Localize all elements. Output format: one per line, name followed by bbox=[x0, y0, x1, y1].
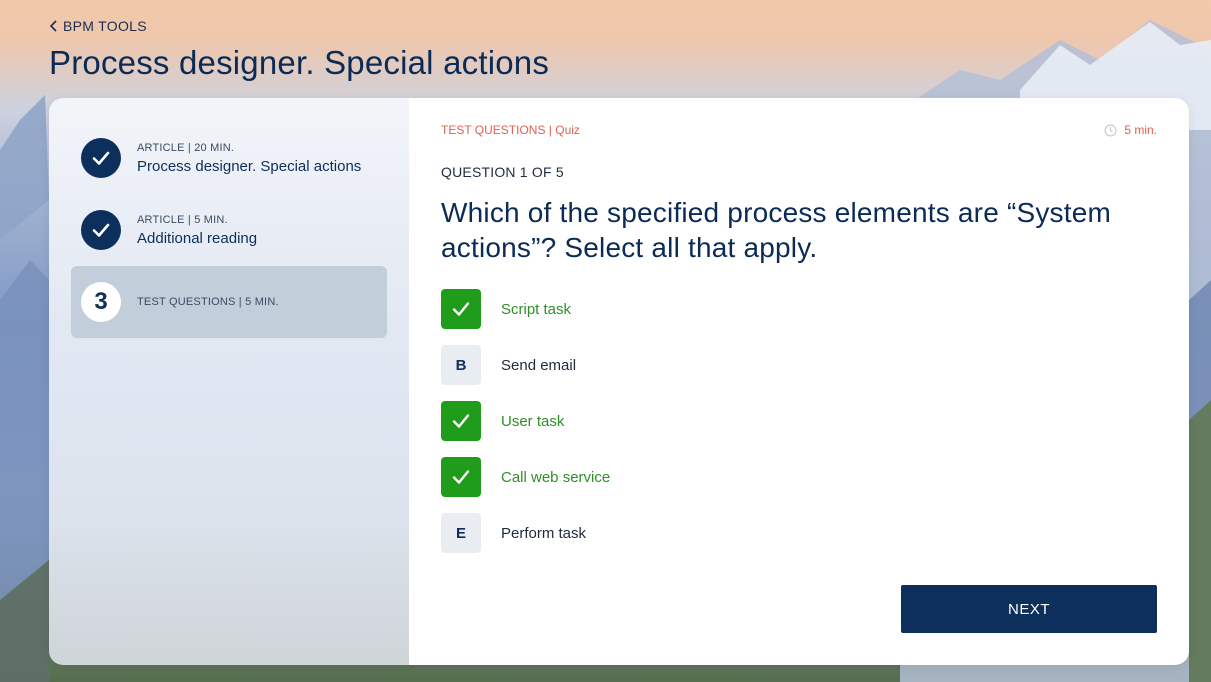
option-checkbox[interactable] bbox=[441, 457, 481, 497]
quiz-panel: TEST QUESTIONS | Quiz 5 min. QUESTION 1 … bbox=[409, 98, 1189, 665]
duration-indicator: 5 min. bbox=[1104, 123, 1157, 137]
answer-option-c[interactable]: User task bbox=[441, 401, 610, 441]
option-letter-box[interactable]: E bbox=[441, 513, 481, 553]
duration-text: 5 min. bbox=[1124, 123, 1157, 137]
check-icon bbox=[452, 470, 470, 484]
step-meta: ARTICLE | 20 MIN. bbox=[137, 141, 235, 154]
step-title: Process designer. Special actions bbox=[137, 157, 362, 175]
check-icon bbox=[452, 414, 470, 428]
back-link[interactable]: BPM TOOLS bbox=[49, 18, 549, 34]
back-link-label: BPM TOOLS bbox=[63, 18, 147, 34]
clock-icon bbox=[1104, 124, 1117, 136]
step-item-2[interactable]: ARTICLE | 5 MIN. Additional reading bbox=[71, 204, 387, 256]
step-item-3[interactable]: 3 TEST QUESTIONS | 5 MIN. bbox=[71, 266, 387, 338]
page-title: Process designer. Special actions bbox=[49, 44, 550, 81]
option-checkbox[interactable] bbox=[441, 401, 481, 441]
step-meta: ARTICLE | 5 MIN. bbox=[137, 213, 228, 226]
step-meta: TEST QUESTIONS | 5 MIN. bbox=[137, 296, 279, 308]
answer-option-e[interactable]: E Perform task bbox=[441, 513, 610, 553]
option-label: Send email bbox=[501, 356, 577, 374]
option-checkbox[interactable] bbox=[441, 289, 481, 329]
page-header: BPM TOOLS Process designer. Special acti… bbox=[49, 18, 549, 82]
step-done-badge bbox=[81, 210, 121, 250]
answer-option-d[interactable]: Call web service bbox=[441, 457, 610, 497]
course-card: ARTICLE | 20 MIN. Process designer. Spec… bbox=[49, 98, 1189, 665]
quiz-breadcrumb: TEST QUESTIONS | Quiz bbox=[441, 123, 580, 137]
check-icon bbox=[92, 151, 110, 165]
question-text: Which of the specified process elements … bbox=[441, 197, 1112, 263]
chevron-left-icon bbox=[49, 20, 57, 32]
check-icon bbox=[452, 302, 470, 316]
question-progress: QUESTION 1 OF 5 bbox=[441, 164, 564, 180]
option-letter-box[interactable]: B bbox=[441, 345, 481, 385]
answer-options: Script task B Send email User task Call … bbox=[441, 289, 610, 569]
course-steps-sidebar: ARTICLE | 20 MIN. Process designer. Spec… bbox=[49, 98, 409, 665]
step-title: Additional reading bbox=[137, 229, 258, 247]
option-label: Call web service bbox=[501, 468, 611, 486]
next-button[interactable]: NEXT bbox=[901, 585, 1157, 633]
step-number-badge: 3 bbox=[81, 282, 121, 322]
step-done-badge bbox=[81, 138, 121, 178]
step-item-1[interactable]: ARTICLE | 20 MIN. Process designer. Spec… bbox=[71, 132, 387, 184]
answer-option-b[interactable]: B Send email bbox=[441, 345, 610, 385]
answer-option-a[interactable]: Script task bbox=[441, 289, 610, 329]
check-icon bbox=[92, 223, 110, 237]
option-label: Perform task bbox=[501, 524, 587, 542]
option-label: User task bbox=[501, 412, 565, 430]
option-label: Script task bbox=[501, 300, 572, 318]
